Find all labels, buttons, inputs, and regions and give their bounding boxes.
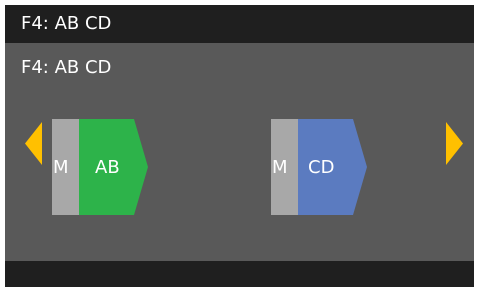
- chevron-right-icon: [446, 122, 463, 165]
- block-ab-tag: AB: [79, 119, 148, 215]
- block-ab[interactable]: M AB: [52, 119, 148, 215]
- next-button[interactable]: [446, 122, 463, 165]
- previous-button[interactable]: [25, 122, 42, 165]
- page-subtitle: F4: AB CD: [21, 57, 112, 78]
- block-cd-m-segment: M: [271, 119, 298, 215]
- block-ab-label: AB: [95, 157, 120, 178]
- block-ab-m-segment: M: [52, 119, 79, 215]
- display-screen: F4: AB CD F4: AB CD M AB M CD: [5, 5, 474, 287]
- title-bar: F4: AB CD: [5, 5, 474, 43]
- chevron-left-icon: [25, 122, 42, 165]
- page-title: F4: AB CD: [21, 13, 112, 34]
- bottom-bar: [5, 261, 474, 287]
- block-cd[interactable]: M CD: [271, 119, 367, 215]
- block-cd-label: CD: [308, 157, 335, 178]
- block-cd-m-label: M: [272, 157, 288, 178]
- block-ab-m-label: M: [53, 157, 69, 178]
- block-cd-tag: CD: [298, 119, 367, 215]
